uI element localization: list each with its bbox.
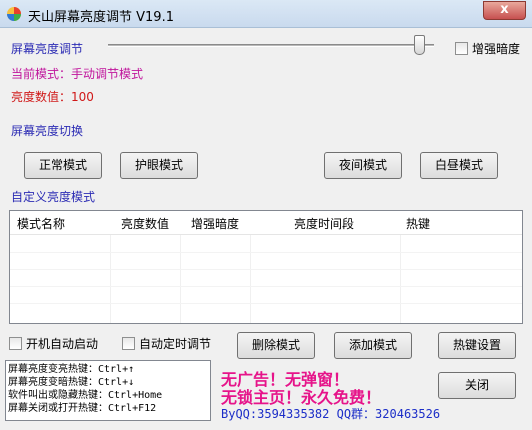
close-button[interactable]: 关闭	[438, 372, 516, 399]
title-bar[interactable]: 天山屏幕亮度调节 V19.1 x	[0, 0, 532, 28]
auto-timer-label: 自动定时调节	[139, 337, 212, 351]
row-divider	[10, 269, 522, 270]
delete-mode-button[interactable]: 删除模式	[237, 332, 315, 359]
column-divider	[110, 235, 111, 323]
autostart-checkbox[interactable]: 开机自动启动	[9, 335, 98, 352]
contact-info: ByQQ:3594335382 QQ群：320463526	[221, 407, 441, 421]
column-divider	[400, 235, 401, 323]
col-hotkey[interactable]: 热键	[406, 215, 430, 232]
hotkey-brighten-line: 屏幕亮度变亮热键：Ctrl+↑	[8, 364, 135, 375]
table-header: 模式名称 亮度数值 增强暗度 亮度时间段 热键	[10, 211, 522, 235]
col-mode-name[interactable]: 模式名称	[17, 215, 65, 232]
custom-section-label: 自定义亮度模式	[11, 190, 96, 204]
current-mode-label: 当前模式：手动调节模式	[11, 67, 144, 81]
enhance-dark-label: 增强暗度	[472, 42, 521, 56]
brightness-section-label: 屏幕亮度调节	[11, 42, 84, 56]
brightness-slider-track[interactable]	[108, 44, 434, 47]
night-mode-button[interactable]: 夜间模式	[324, 152, 402, 179]
add-mode-button[interactable]: 添加模式	[334, 332, 412, 359]
row-divider	[10, 303, 522, 304]
daylight-mode-button[interactable]: 白昼模式	[420, 152, 498, 179]
column-divider	[180, 235, 181, 323]
auto-timer-checkbox[interactable]: 自动定时调节	[122, 335, 211, 352]
window-close-button[interactable]: x	[483, 1, 526, 20]
brightness-slider-thumb[interactable]	[414, 35, 425, 55]
hotkey-darken-line: 屏幕亮度变暗热键：Ctrl+↓	[8, 377, 135, 388]
autostart-label: 开机自动启动	[26, 337, 99, 351]
switch-section-label: 屏幕亮度切换	[11, 124, 84, 138]
hotkey-screen-off-line: 屏幕关闭或打开热键：Ctrl+F12	[8, 403, 157, 414]
close-icon: x	[500, 2, 509, 17]
normal-mode-button[interactable]: 正常模式	[24, 152, 102, 179]
custom-modes-table[interactable]: 模式名称 亮度数值 增强暗度 亮度时间段 热键	[9, 210, 523, 324]
hotkey-toggle-app-line: 软件叫出或隐藏热键：Ctrl+Home	[8, 390, 163, 401]
col-brightness-value[interactable]: 亮度数值	[121, 215, 169, 232]
hotkey-settings-button[interactable]: 热键设置	[438, 332, 516, 359]
column-divider	[250, 235, 251, 323]
enhance-dark-checkbox[interactable]: 增强暗度	[455, 40, 520, 57]
eye-care-mode-button[interactable]: 护眼模式	[120, 152, 198, 179]
autostart-check-box[interactable]	[9, 337, 22, 350]
col-enhance-dark[interactable]: 增强暗度	[191, 215, 239, 232]
window-title: 天山屏幕亮度调节 V19.1	[28, 10, 174, 25]
col-time-range[interactable]: 亮度时间段	[294, 215, 354, 232]
auto-timer-check-box[interactable]	[122, 337, 135, 350]
enhance-dark-check-box[interactable]	[455, 42, 468, 55]
app-icon	[7, 7, 21, 21]
row-divider	[10, 252, 522, 253]
brightness-value-label: 亮度数值：100	[11, 90, 94, 104]
row-divider	[10, 286, 522, 287]
hotkey-info-box: 屏幕亮度变亮热键：Ctrl+↑ 屏幕亮度变暗热键：Ctrl+↓ 软件叫出或隐藏热…	[5, 360, 211, 421]
